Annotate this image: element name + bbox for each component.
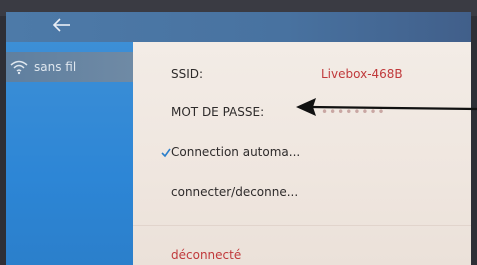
pointer-arrow-icon xyxy=(296,98,477,116)
ssid-value[interactable]: Livebox-468B xyxy=(321,67,403,81)
titlebar xyxy=(6,12,471,42)
sidebar-item-wireless[interactable]: sans fil xyxy=(6,52,133,82)
back-button[interactable] xyxy=(50,14,74,36)
sidebar: sans fil xyxy=(6,42,133,265)
connect-disconnect-button[interactable]: connecter/deconne... xyxy=(171,185,298,199)
back-arrow-icon xyxy=(52,18,70,32)
connection-status: déconnecté xyxy=(171,248,242,262)
checkmark-icon xyxy=(161,148,171,158)
auto-connect-option[interactable]: Connection automa... xyxy=(171,145,300,159)
divider xyxy=(133,225,471,226)
screen: sans fil SSID: Livebox-468B MOT DE PASSE… xyxy=(6,12,471,265)
sidebar-item-label: sans fil xyxy=(34,60,77,74)
wifi-icon xyxy=(10,60,28,75)
password-label: MOT DE PASSE: xyxy=(171,105,265,119)
ssid-label: SSID: xyxy=(171,67,204,81)
wifi-settings-panel: SSID: Livebox-468B MOT DE PASSE: •••••••… xyxy=(133,42,471,265)
